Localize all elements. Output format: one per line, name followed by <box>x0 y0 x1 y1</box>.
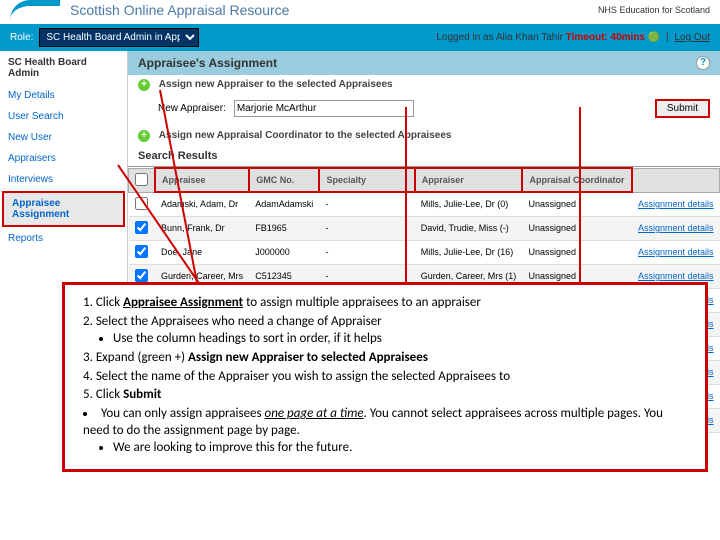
section-assign-appraiser: Assign new Appraiser to the selected App… <box>159 79 393 90</box>
row-checkbox[interactable] <box>135 269 148 282</box>
cell-gmc: AdamAdamski <box>249 192 319 216</box>
table-row: Bunn, Frank, Dr FB1965 - David, Trudie, … <box>129 216 720 240</box>
col-coord[interactable]: Appraisal Coordinator <box>522 168 631 192</box>
row-checkbox[interactable] <box>135 221 148 234</box>
table-row: Adamski, Adam, Dr AdamAdamski - Mills, J… <box>129 192 720 216</box>
new-appraiser-label: New Appraiser: <box>158 103 226 114</box>
submit-button[interactable]: Submit <box>655 99 710 118</box>
cell-coord: Unassigned <box>522 240 631 264</box>
sidebar-item-reports[interactable]: Reports <box>0 228 127 249</box>
table-row: Doe, Jane J000000 - Mills, Julie-Lee, Dr… <box>129 240 720 264</box>
cell-appraiser: Mills, Julie-Lee, Dr (0) <box>415 192 523 216</box>
row-checkbox[interactable] <box>135 197 148 210</box>
sidebar-title: SC Health Board Admin <box>0 51 127 85</box>
cell-appraiser: Mills, Julie-Lee, Dr (16) <box>415 240 523 264</box>
role-select[interactable]: SC Health Board Admin in Appraisee <box>39 28 199 47</box>
sidebar-item-interviews[interactable]: Interviews <box>0 169 127 190</box>
col-actions <box>632 168 720 192</box>
details-link[interactable]: Assignment details <box>632 216 720 240</box>
details-link[interactable]: Assignment details <box>632 192 720 216</box>
role-bar: Role: SC Health Board Admin in Appraisee… <box>0 24 720 51</box>
cell-spec: - <box>319 216 414 240</box>
cell-appraiser: David, Trudie, Miss (-) <box>415 216 523 240</box>
nhs-logo: NHS Education for Scotland <box>598 5 710 15</box>
app-title: Scottish Online Appraisal Resource <box>70 2 289 18</box>
help-icon[interactable]: ? <box>696 56 710 70</box>
cell-gmc: FB1965 <box>249 216 319 240</box>
col-appraiser[interactable]: Appraiser <box>415 168 523 192</box>
sidebar-item-usersearch[interactable]: User Search <box>0 106 127 127</box>
sidebar-item-newuser[interactable]: New User <box>0 127 127 148</box>
logged-in-text: Logged in as Alia Khan Tahir <box>436 32 563 43</box>
expand-icon[interactable]: + <box>138 79 150 91</box>
cell-gmc: J000000 <box>249 240 319 264</box>
row-checkbox[interactable] <box>135 245 148 258</box>
new-appraiser-input[interactable] <box>234 100 414 117</box>
cell-name: Adamski, Adam, Dr <box>155 192 249 216</box>
search-results-heading: Search Results <box>128 146 720 167</box>
cell-spec: - <box>319 192 414 216</box>
col-appraisee[interactable]: Appraisee <box>155 168 249 192</box>
cell-name: Bunn, Frank, Dr <box>155 216 249 240</box>
role-label: Role: <box>10 32 33 43</box>
details-link[interactable]: Assignment details <box>632 240 720 264</box>
instruction-overlay: Click Appraisee Assignment to assign mul… <box>62 282 708 472</box>
page-title: Appraisee's Assignment ? <box>128 51 720 75</box>
logout-link[interactable]: Log Out <box>674 32 710 43</box>
sidebar-item-appraisers[interactable]: Appraisers <box>0 148 127 169</box>
cell-name: Doe, Jane <box>155 240 249 264</box>
col-specialty[interactable]: Specialty <box>319 168 414 192</box>
cell-coord: Unassigned <box>522 192 631 216</box>
expand-icon[interactable]: + <box>138 130 150 142</box>
sidebar-item-mydetails[interactable]: My Details <box>0 85 127 106</box>
cell-coord: Unassigned <box>522 216 631 240</box>
col-gmc[interactable]: GMC No. <box>249 168 319 192</box>
sidebar-item-appraisee-assignment[interactable]: Appraisee Assignment <box>2 191 125 227</box>
section-assign-coord: Assign new Appraisal Coordinator to the … <box>159 130 452 141</box>
cell-spec: - <box>319 240 414 264</box>
col-checkbox[interactable] <box>129 168 156 192</box>
logo-swoosh <box>10 0 60 20</box>
